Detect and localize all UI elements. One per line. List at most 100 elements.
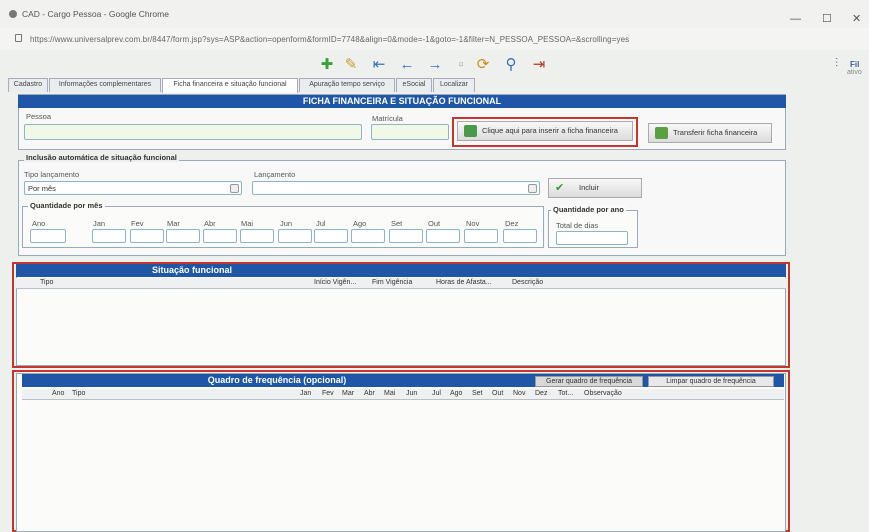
tab-esocial[interactable]: eSocial: [396, 78, 432, 92]
col-fim-vigencia[interactable]: Fim Vigência: [372, 279, 412, 286]
month-input-ago[interactable]: [351, 229, 385, 243]
search-icon[interactable]: ⚲: [502, 56, 520, 74]
month-label-nov: Nov: [466, 219, 480, 228]
por-mes-title: Quantidade por mês: [28, 201, 105, 210]
filter-sublabel: ativo: [847, 69, 862, 76]
prev-icon[interactable]: ←: [398, 56, 416, 74]
month-label-jul: Jul: [316, 219, 326, 228]
tab-cadastro[interactable]: Cadastro: [8, 78, 48, 92]
month-label-mai: Mai: [241, 219, 254, 228]
tab-localizar[interactable]: Localizar: [433, 78, 475, 92]
col-ago[interactable]: Ago: [450, 390, 462, 397]
month-label-out: Out: [428, 219, 441, 228]
refresh-icon[interactable]: ⟳: [474, 56, 492, 74]
month-input-mar[interactable]: [166, 229, 200, 243]
filter-icon: ⫶: [835, 56, 839, 70]
col-inicio-vigencia[interactable]: Início Vigên...: [314, 279, 356, 286]
pessoa-input[interactable]: [24, 124, 362, 140]
tab-apuracao-tempo[interactable]: Apuração tempo serviço: [299, 78, 395, 92]
month-input-jan[interactable]: [92, 229, 126, 243]
gerar-quadro-button[interactable]: Gerar quadro de frequência: [535, 376, 643, 387]
check-icon: ✔: [555, 182, 565, 194]
col-tipo[interactable]: Tipo: [72, 390, 85, 397]
month-input-nov[interactable]: [464, 229, 498, 243]
quadro-column-headers: Ano Tipo Jan Fev Mar Abr Mai Jun Jul Ago…: [22, 389, 784, 400]
lancamento-label: Lançamento: [254, 170, 296, 179]
transfer-icon: [655, 127, 668, 139]
month-input-jun[interactable]: [278, 229, 312, 243]
ano-input[interactable]: [30, 229, 66, 243]
month-label-jan: Jan: [93, 219, 106, 228]
month-label-abr: Abr: [204, 219, 216, 228]
quadro-title: Quadro de frequência (opcional): [22, 374, 532, 387]
tab-ficha-financeira[interactable]: Ficha financeira e situação funcional: [162, 78, 298, 93]
lock-icon: [15, 34, 22, 42]
col-ano[interactable]: Ano: [52, 390, 64, 397]
col-horas-afastamento[interactable]: Horas de Afasta...: [436, 279, 492, 286]
tipo-label: Tipo lançamento: [24, 170, 80, 179]
col-mai[interactable]: Mai: [384, 390, 395, 397]
situacao-column-headers: Tipo Início Vigên... Fim Vigência Horas …: [16, 278, 786, 289]
col-jun[interactable]: Jun: [406, 390, 417, 397]
pessoa-label: Pessoa: [26, 112, 52, 121]
ficha-title: FICHA FINANCEIRA E SITUAÇÃO FUNCIONAL: [18, 95, 786, 108]
col-mar[interactable]: Mar: [342, 390, 354, 397]
total-dias-label: Total de dias: [556, 221, 599, 230]
month-label-set: Set: [391, 219, 403, 228]
dropdown-icon: [528, 184, 537, 193]
limpar-quadro-button[interactable]: Limpar quadro de frequência: [648, 376, 774, 387]
ano-label: Ano: [32, 219, 46, 228]
por-ano-title: Quantidade por ano: [551, 205, 626, 214]
edit-icon[interactable]: ✎: [342, 56, 360, 74]
col-nov[interactable]: Nov: [513, 390, 525, 397]
month-label-dez: Dez: [505, 219, 519, 228]
col-out[interactable]: Out: [492, 390, 503, 397]
insert-highlight-box: [452, 117, 638, 147]
month-input-jul[interactable]: [314, 229, 348, 243]
tab-informacoes-complementares[interactable]: Informações complementares: [49, 78, 161, 92]
col-fev[interactable]: Fev: [322, 390, 334, 397]
close-button[interactable]: ✕: [852, 14, 861, 25]
total-dias-input[interactable]: [556, 231, 628, 245]
month-label-fev: Fev: [131, 219, 144, 228]
month-input-out[interactable]: [426, 229, 460, 243]
col-set[interactable]: Set: [472, 390, 483, 397]
window-title: CAD - Cargo Pessoa - Google Chrome: [22, 9, 169, 19]
col-tipo[interactable]: Tipo: [40, 279, 53, 286]
month-label-mar: Mar: [167, 219, 180, 228]
incluir-button[interactable]: ✔ Incluir: [548, 178, 642, 198]
last-icon[interactable]: ▫: [452, 56, 470, 74]
lancamento-select[interactable]: [252, 181, 540, 195]
tipo-select[interactable]: Por mês: [24, 181, 242, 195]
inclusao-title: Inclusão automática de situação funciona…: [24, 153, 179, 162]
month-input-dez[interactable]: [503, 229, 537, 243]
col-observacao[interactable]: Observação: [584, 390, 622, 397]
dropdown-icon: [230, 184, 239, 193]
address-bar[interactable]: https://www.universalprev.com.br/8447/fo…: [0, 28, 869, 50]
browser-title-bar: CAD - Cargo Pessoa - Google Chrome — ☐ ✕: [0, 0, 869, 28]
first-icon[interactable]: ⇤: [370, 56, 388, 74]
filter-label: Fil: [850, 60, 860, 69]
transfer-ficha-button[interactable]: Transferir ficha financeira: [648, 123, 772, 143]
matricula-label: Matrícula: [372, 114, 403, 123]
col-total[interactable]: Tot...: [558, 390, 573, 397]
url-text[interactable]: https://www.universalprev.com.br/8447/fo…: [30, 35, 629, 44]
matricula-input[interactable]: [371, 124, 449, 140]
maximize-button[interactable]: ☐: [822, 14, 832, 25]
month-input-fev[interactable]: [130, 229, 164, 243]
month-label-ago: Ago: [353, 219, 367, 228]
chrome-icon: [9, 10, 17, 18]
month-input-set[interactable]: [389, 229, 423, 243]
exit-icon[interactable]: ⇥: [530, 56, 548, 74]
col-jul[interactable]: Jul: [432, 390, 441, 397]
col-abr[interactable]: Abr: [364, 390, 375, 397]
col-dez[interactable]: Dez: [535, 390, 547, 397]
col-jan[interactable]: Jan: [300, 390, 311, 397]
situacao-title: Situação funcional: [16, 264, 786, 277]
col-descricao[interactable]: Descrição: [512, 279, 543, 286]
minimize-button[interactable]: —: [790, 14, 801, 25]
month-input-mai[interactable]: [240, 229, 274, 243]
next-icon[interactable]: →: [426, 56, 444, 74]
add-icon[interactable]: ✚: [318, 56, 336, 74]
month-input-abr[interactable]: [203, 229, 237, 243]
